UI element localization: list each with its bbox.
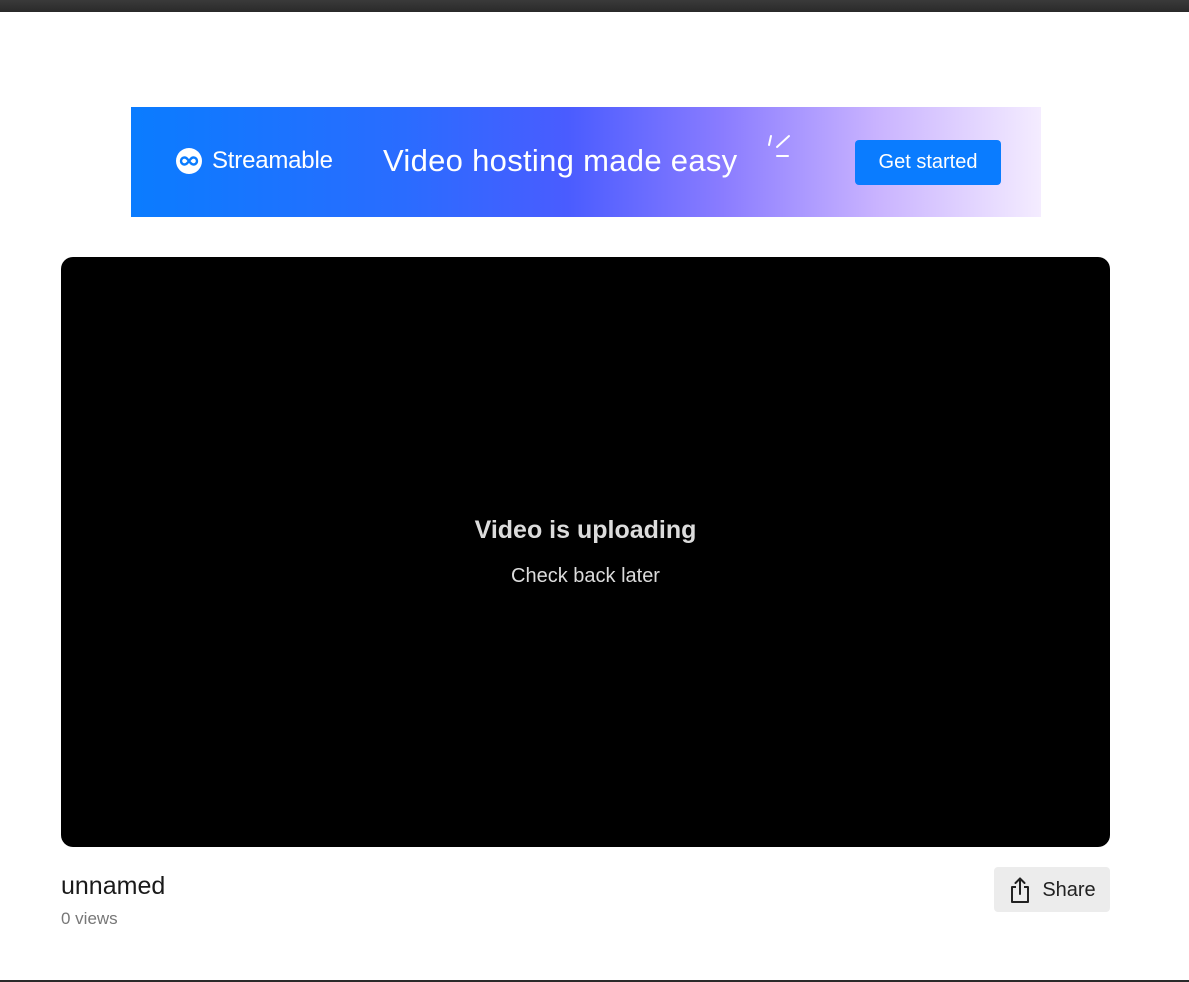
brand-name: Streamable: [212, 147, 333, 174]
upload-status-title: Video is uploading: [474, 516, 697, 544]
streamable-logo-icon: [176, 148, 202, 174]
view-count: 0 views: [61, 909, 118, 928]
video-player[interactable]: Video is uploading Check back later: [61, 257, 1110, 847]
share-icon: [1011, 877, 1030, 903]
brand-logo-group: Streamable: [175, 147, 333, 175]
share-button[interactable]: Share: [994, 867, 1110, 912]
video-title: unnamed: [61, 872, 166, 900]
sparkle-icon: [768, 135, 790, 157]
upload-status-subtitle: Check back later: [511, 565, 660, 587]
get-started-button[interactable]: Get started: [855, 140, 1001, 185]
banner-tagline: Video hosting made easy: [383, 143, 738, 178]
promo-banner[interactable]: Streamable Video hosting made easy Get s…: [131, 107, 1041, 217]
share-label: Share: [1042, 878, 1096, 901]
window-top-bar: [0, 0, 1189, 12]
